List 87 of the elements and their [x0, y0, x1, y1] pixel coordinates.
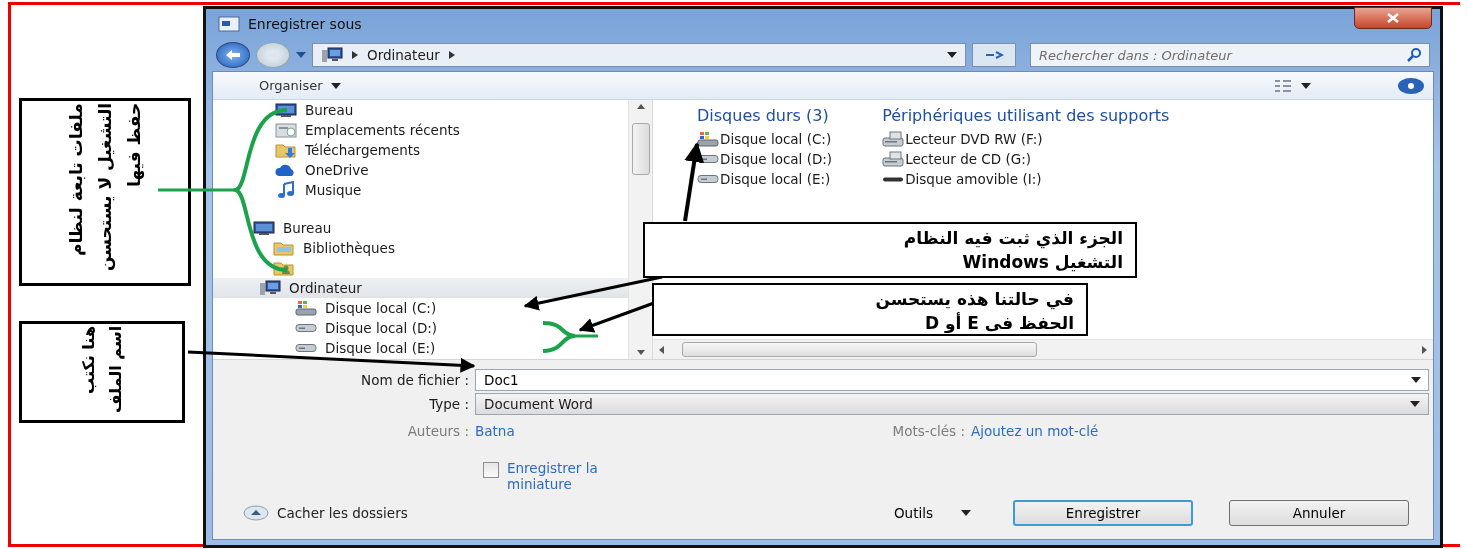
scroll-thumb[interactable]	[682, 342, 1037, 357]
caret-icon	[1411, 377, 1421, 383]
group-header: Disques durs (3)	[697, 106, 830, 125]
optical-drive-icon	[882, 150, 905, 168]
note-text: ملفات تابعة لنظام التشغيل لا يستحسن حفظ فيها	[64, 103, 145, 274]
refresh-icon	[984, 49, 1004, 61]
recent-places-icon	[275, 121, 297, 139]
caret-icon	[1301, 82, 1311, 89]
dialog-button[interactable]: Annuler	[1229, 500, 1409, 526]
drive-item[interactable]: Disque local (D:)	[697, 149, 833, 169]
nav-item[interactable]: OneDrive	[213, 160, 628, 180]
monitor-icon	[275, 101, 297, 119]
optical-drive-icon	[882, 130, 905, 148]
type-dropdown[interactable]: Document Word	[475, 393, 1429, 415]
view-icon[interactable]	[1273, 78, 1293, 93]
back-arrow-icon	[225, 49, 241, 61]
caret-icon	[947, 52, 957, 58]
caret-icon	[296, 52, 306, 58]
callout-note: الجزء الذي ثبت فيه النظام التشغيل Windows	[643, 222, 1137, 278]
nav-item[interactable]: Bureau	[213, 218, 628, 238]
note-text: هنا نكتب اسم الملف	[77, 326, 126, 416]
system-drive-icon	[697, 130, 719, 148]
scroll-left-icon[interactable]	[659, 345, 664, 354]
nav-item[interactable]: Ordinateur	[213, 278, 628, 298]
drive-icon	[295, 324, 317, 332]
tools-menu[interactable]: Outils	[892, 503, 973, 523]
chevron-icon	[447, 50, 456, 60]
keywords-link[interactable]: Ajoutez un mot-clé	[971, 423, 1099, 439]
library-folder-icon	[273, 239, 295, 257]
nav-item[interactable]: Disque local (E:)	[213, 338, 628, 358]
filename-field[interactable]: Doc1	[475, 369, 1429, 391]
computer-icon	[321, 46, 343, 64]
drive-item[interactable]: Disque local (C:)	[697, 129, 833, 149]
nav-item[interactable]: Emplacements récents	[213, 120, 628, 140]
caret-icon	[330, 82, 341, 89]
close-button[interactable]	[1354, 7, 1432, 29]
dialog-button[interactable]: Enregistrer	[1013, 500, 1193, 526]
nav-item[interactable]: Bibliothèques	[213, 238, 628, 258]
vertical-scrollbar[interactable]	[628, 100, 652, 359]
group-header: Périphériques utilisant des supports	[882, 106, 1170, 125]
refresh-button[interactable]	[972, 43, 1016, 67]
computer-icon	[259, 279, 281, 297]
nav-item[interactable]: Disque local (C:)	[213, 298, 628, 318]
drive-icon	[295, 344, 317, 352]
field-label: Nom de fichier :	[360, 372, 470, 388]
field-label: Type :	[428, 396, 470, 412]
nav-item[interactable]: Musique	[213, 180, 628, 200]
field-label: Mots-clés :	[891, 423, 965, 439]
drive-item[interactable]: Disque local (E:)	[697, 169, 833, 189]
field-label: Auteurs :	[406, 423, 470, 439]
drive-item[interactable]: Lecteur de CD (G:)	[882, 149, 1170, 169]
help-icon[interactable]	[1397, 76, 1425, 95]
scroll-thumb[interactable]	[631, 123, 650, 175]
monitor-icon	[253, 219, 275, 237]
hide-folders-button[interactable]: Cacher les dossiers	[241, 503, 410, 523]
nav-item[interactable]: Bureau	[213, 100, 628, 120]
authors-link[interactable]: Batna	[475, 423, 845, 439]
drive-icon	[697, 175, 719, 183]
checkbox-label[interactable]: Enregistrer la miniature	[507, 460, 657, 492]
back-button[interactable]	[216, 42, 250, 68]
caret-icon	[1410, 401, 1420, 407]
curly-brace	[542, 321, 598, 353]
checkbox[interactable]	[483, 462, 499, 478]
caret-icon	[961, 510, 971, 516]
system-drive-icon	[295, 299, 317, 317]
callout-note: في حالتنا هذه يستحسن الحفظ فى E أو D	[652, 283, 1088, 336]
window-title: Enregistrer sous	[248, 16, 362, 32]
drive-item[interactable]: Disque amovible (I:)	[882, 169, 1170, 189]
document-icon	[218, 16, 240, 32]
music-note-icon	[275, 181, 297, 199]
close-icon	[1387, 13, 1399, 23]
collapse-icon	[243, 505, 269, 521]
chevron-icon	[351, 50, 359, 60]
search-field[interactable]: Rechercher dans : Ordinateur	[1030, 43, 1430, 67]
removable-drive-icon	[882, 176, 905, 182]
scroll-right-icon[interactable]	[1422, 345, 1427, 354]
organize-menu[interactable]: Organiser	[253, 76, 347, 95]
nav-item[interactable]: Téléchargements	[213, 140, 628, 160]
search-icon	[1406, 47, 1422, 63]
breadcrumb-item[interactable]: Ordinateur	[367, 47, 440, 63]
scroll-up-icon[interactable]	[636, 104, 645, 109]
nav-item[interactable]: Disque local (D:)	[213, 318, 628, 338]
horizontal-scrollbar[interactable]	[653, 339, 1433, 359]
address-bar[interactable]: Ordinateur	[312, 43, 966, 67]
drive-item[interactable]: Lecteur DVD RW (F:)	[882, 129, 1170, 149]
download-folder-icon	[275, 141, 297, 159]
scroll-down-icon[interactable]	[636, 350, 645, 355]
